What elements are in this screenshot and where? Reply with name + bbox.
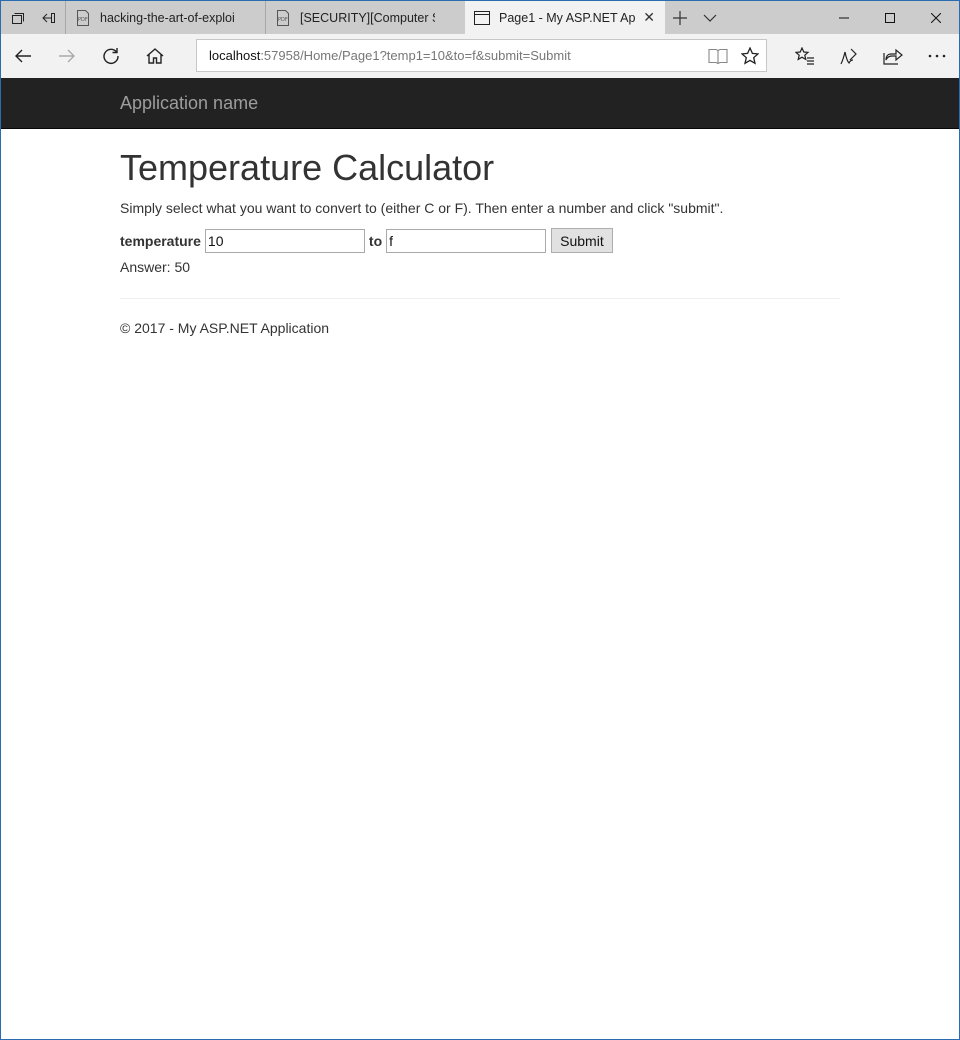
svg-text:PDF: PDF bbox=[78, 17, 88, 23]
new-tab-button[interactable] bbox=[665, 1, 695, 34]
tab-list-button[interactable] bbox=[695, 1, 725, 34]
site-navbar: Application name bbox=[1, 78, 959, 129]
tab-hacking-pdf[interactable]: PDF hacking-the-art-of-exploita bbox=[65, 1, 265, 34]
instructions-text: Simply select what you want to convert t… bbox=[120, 200, 724, 216]
page-title: Temperature Calculator bbox=[120, 147, 495, 188]
submit-button[interactable]: Submit bbox=[551, 228, 613, 253]
close-icon bbox=[931, 12, 941, 23]
plus-icon bbox=[673, 10, 687, 25]
tab-preview-button[interactable] bbox=[1, 1, 33, 34]
favorites-list-icon bbox=[795, 47, 814, 65]
maximize-icon bbox=[885, 12, 895, 23]
answer-text: Answer: 50 bbox=[120, 259, 191, 275]
tab-preview-icon bbox=[12, 12, 24, 24]
pen-icon bbox=[840, 48, 857, 65]
home-button[interactable] bbox=[133, 34, 177, 78]
back-button[interactable] bbox=[1, 34, 45, 78]
arrow-left-icon bbox=[15, 49, 31, 63]
footer-divider bbox=[120, 298, 840, 299]
book-icon bbox=[708, 48, 728, 64]
share-button[interactable] bbox=[871, 34, 915, 78]
close-tab-icon[interactable]: ✕ bbox=[643, 10, 655, 24]
main-content: Temperature Calculator Simply select wha… bbox=[120, 129, 840, 336]
url-path: :57958/Home/Page1?temp1=10&to=f&submit=S… bbox=[260, 48, 571, 63]
set-tabs-aside-button[interactable] bbox=[33, 1, 65, 34]
brand-link[interactable]: Application name bbox=[120, 93, 258, 114]
web-note-button[interactable] bbox=[827, 34, 871, 78]
address-bar[interactable]: localhost:57958/Home/Page1?temp1=10&to=f… bbox=[196, 39, 767, 72]
home-icon bbox=[146, 48, 164, 64]
to-label: to bbox=[368, 232, 383, 249]
tab-strip: PDF hacking-the-art-of-exploita PDF [SEC… bbox=[1, 1, 959, 34]
tab-title: [SECURITY][Computer Secu bbox=[300, 10, 435, 25]
svg-text:PDF: PDF bbox=[278, 17, 288, 23]
reading-view-button[interactable] bbox=[702, 47, 734, 65]
page-icon bbox=[474, 10, 490, 26]
favorites-hub-button[interactable] bbox=[783, 34, 827, 78]
footer-text: © 2017 - My ASP.NET Application bbox=[120, 320, 330, 336]
more-menu-button[interactable] bbox=[915, 34, 959, 78]
more-icon bbox=[928, 54, 946, 58]
tab-security-pdf[interactable]: PDF [SECURITY][Computer Secu bbox=[265, 1, 465, 34]
set-aside-icon bbox=[42, 12, 55, 23]
close-window-button[interactable] bbox=[913, 1, 959, 34]
tab-title: hacking-the-art-of-exploita bbox=[100, 10, 235, 25]
forward-button[interactable] bbox=[45, 34, 89, 78]
refresh-icon bbox=[103, 48, 119, 65]
to-unit-input[interactable] bbox=[386, 228, 547, 253]
temperature-label: temperature bbox=[120, 232, 201, 249]
browser-toolbar: localhost:57958/Home/Page1?temp1=10&to=f… bbox=[1, 34, 959, 78]
pdf-icon: PDF bbox=[275, 9, 291, 26]
temperature-input[interactable] bbox=[204, 228, 365, 253]
minimize-icon bbox=[839, 17, 849, 18]
favorite-button[interactable] bbox=[734, 46, 766, 65]
tab-page1[interactable]: Page1 - My ASP.NET Ap ✕ bbox=[465, 1, 665, 34]
maximize-button[interactable] bbox=[867, 1, 913, 34]
chevron-down-icon bbox=[703, 14, 717, 22]
arrow-right-icon bbox=[59, 49, 75, 63]
pdf-icon: PDF bbox=[75, 9, 91, 26]
url-host: localhost bbox=[209, 48, 261, 63]
tab-title: Page1 - My ASP.NET Ap bbox=[499, 10, 635, 25]
refresh-button[interactable] bbox=[89, 34, 133, 78]
conversion-form: temperature to Submit bbox=[120, 228, 840, 253]
minimize-button[interactable] bbox=[821, 1, 867, 34]
share-icon bbox=[883, 48, 903, 65]
star-icon bbox=[741, 46, 759, 65]
